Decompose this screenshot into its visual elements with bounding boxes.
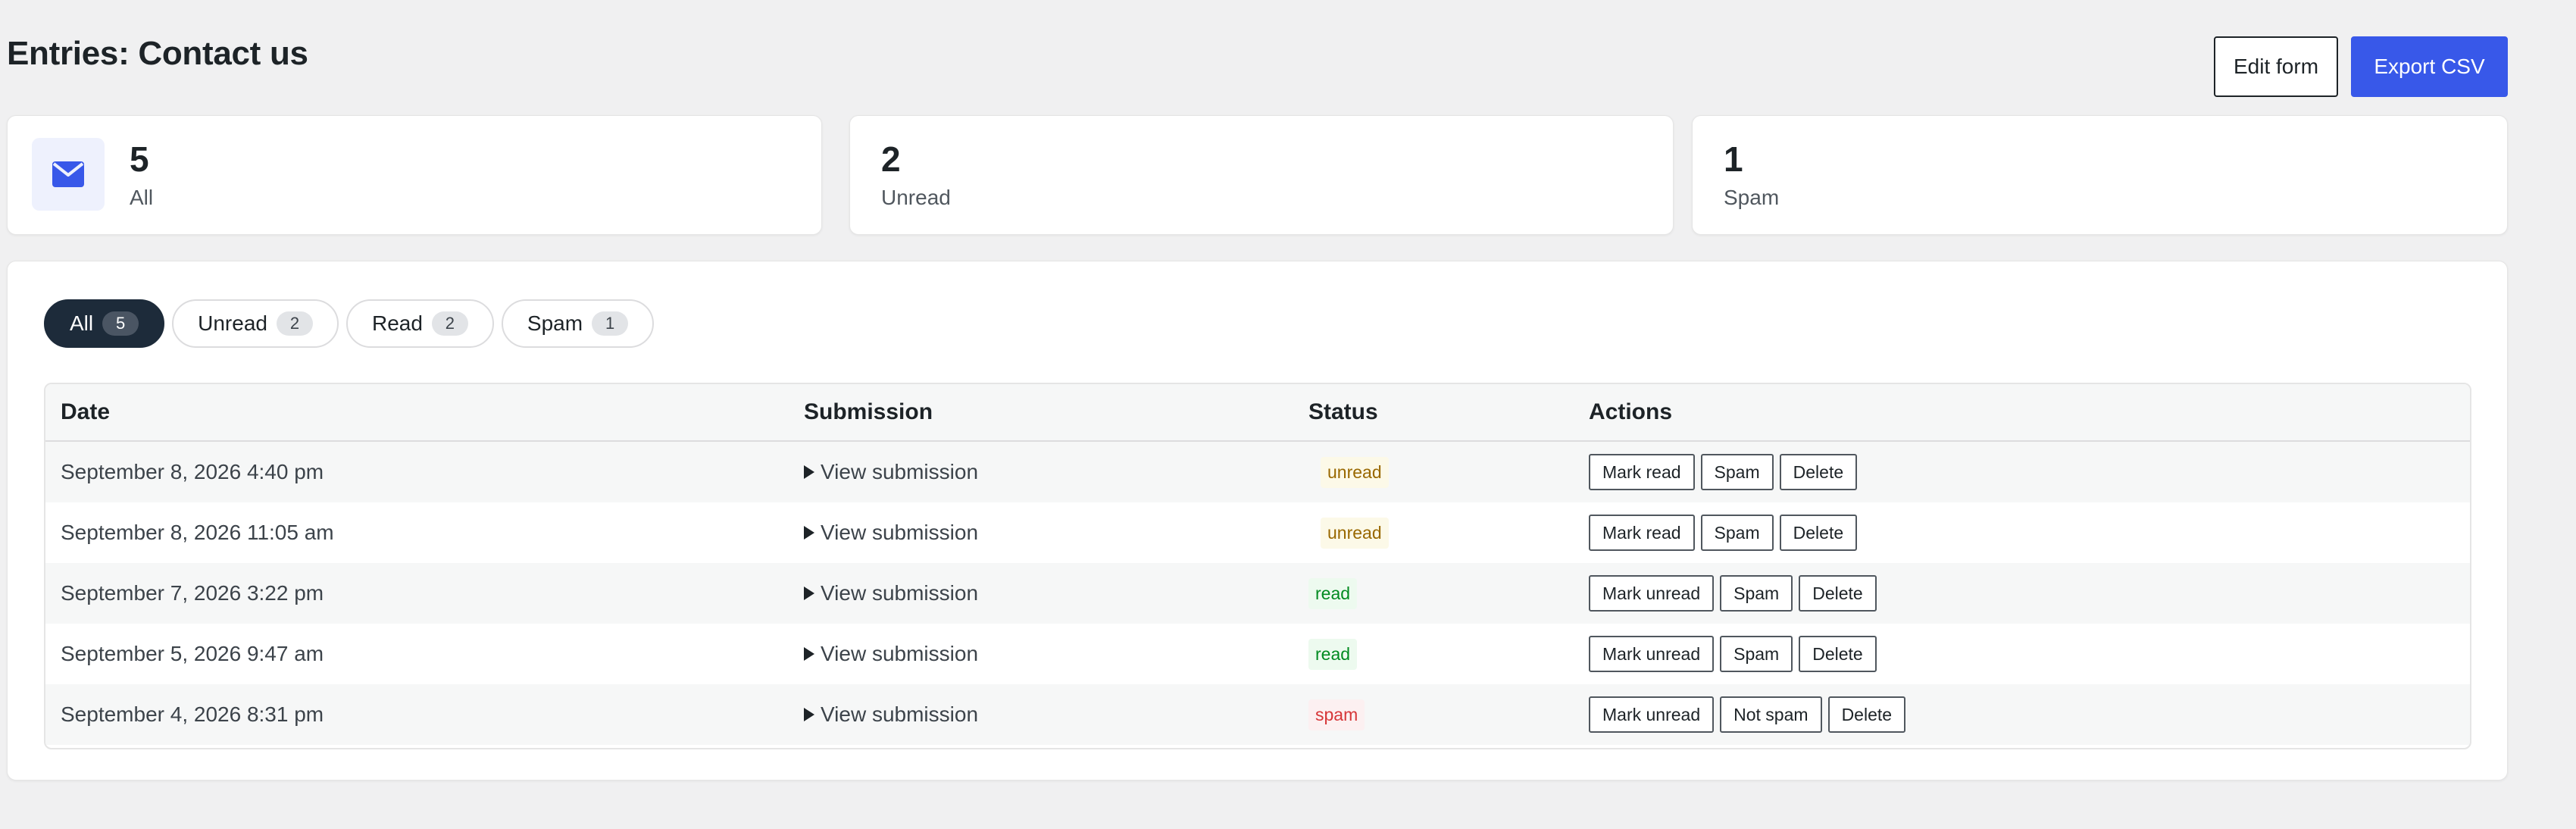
filter-count-badge: 2: [276, 311, 313, 336]
row-actions: Mark unread Spam Delete: [1589, 563, 1877, 624]
mark-read-button[interactable]: Mark read: [1589, 515, 1695, 551]
disclosure-triangle-icon: [804, 708, 814, 721]
stat-value: 5: [130, 139, 149, 179]
view-submission-toggle[interactable]: View submission: [804, 563, 978, 624]
entry-date: September 5, 2026 9:47 am: [61, 642, 324, 665]
stat-value: 1: [1724, 139, 1743, 179]
delete-button[interactable]: Delete: [1779, 454, 1858, 490]
stat-value: 2: [881, 139, 901, 179]
filter-tabs: All 5 Unread 2 Read 2 Spam 1: [44, 299, 655, 348]
stat-label: Unread: [881, 186, 951, 209]
mark-unread-button[interactable]: Mark unread: [1589, 696, 1715, 733]
filter-count-badge: 2: [431, 311, 468, 336]
status-cell: unread: [1321, 502, 1389, 563]
status-badge: unread: [1321, 517, 1389, 549]
filter-tab-label: Read: [371, 311, 423, 335]
column-header-date: Date: [61, 399, 111, 424]
status-badge: unread: [1321, 456, 1389, 488]
stat-card-unread: 2 Unread: [849, 115, 1674, 235]
stat-icon-box: [32, 138, 105, 211]
delete-button[interactable]: Delete: [1827, 696, 1906, 733]
column-header-status: Status: [1308, 399, 1378, 424]
stat-label: All: [130, 186, 154, 209]
filter-tab-label: All: [70, 311, 94, 335]
status-cell: read: [1308, 563, 1358, 624]
filter-tab-label: Unread: [198, 311, 267, 335]
row-actions: Mark read Spam Delete: [1589, 442, 1858, 502]
edit-form-button[interactable]: Edit form: [2214, 36, 2338, 97]
column-header-actions: Actions: [1589, 399, 1673, 424]
status-badge: read: [1308, 638, 1358, 670]
filter-count-badge: 1: [592, 311, 629, 336]
view-submission-label: View submission: [821, 702, 979, 726]
filter-tab-unread[interactable]: Unread 2: [172, 299, 339, 348]
entries-table: Date Submission Status Actions September…: [44, 383, 2471, 749]
status-cell: spam: [1308, 684, 1365, 745]
view-submission-label: View submission: [821, 581, 979, 605]
disclosure-triangle-icon: [804, 647, 814, 661]
entry-date: September 4, 2026 8:31 pm: [61, 702, 324, 726]
envelope-icon: [52, 161, 84, 187]
entry-date: September 7, 2026 3:22 pm: [61, 581, 324, 605]
status-cell: unread: [1321, 442, 1389, 502]
spam-button[interactable]: Spam: [1720, 636, 1793, 672]
spam-button[interactable]: Spam: [1720, 575, 1793, 612]
table-row: September 8, 2026 11:05 am View submissi…: [45, 502, 2470, 563]
stat-card-spam: 1 Spam: [1692, 115, 2508, 235]
not-spam-button[interactable]: Not spam: [1720, 696, 1822, 733]
status-cell: read: [1308, 624, 1358, 684]
view-submission-label: View submission: [821, 642, 979, 665]
table-row: September 7, 2026 3:22 pm View submissio…: [45, 563, 2470, 624]
disclosure-triangle-icon: [804, 526, 814, 540]
status-badge: spam: [1308, 699, 1365, 730]
mark-read-button[interactable]: Mark read: [1589, 454, 1695, 490]
delete-button[interactable]: Delete: [1779, 515, 1858, 551]
row-actions: Mark unread Not spam Delete: [1589, 684, 1906, 745]
delete-button[interactable]: Delete: [1799, 636, 1877, 672]
view-submission-label: View submission: [821, 460, 979, 483]
status-badge: read: [1308, 577, 1358, 609]
filter-tab-all[interactable]: All 5: [44, 299, 165, 348]
spam-button[interactable]: Spam: [1700, 515, 1774, 551]
page-title: Entries: Contact us: [7, 35, 308, 72]
table-header: Date Submission Status Actions: [45, 384, 2470, 442]
mark-unread-button[interactable]: Mark unread: [1589, 636, 1715, 672]
row-actions: Mark unread Spam Delete: [1589, 624, 1877, 684]
stat-label: Spam: [1724, 186, 1780, 209]
column-header-submission: Submission: [804, 399, 933, 424]
view-submission-toggle[interactable]: View submission: [804, 442, 978, 502]
entry-date: September 8, 2026 4:40 pm: [61, 460, 324, 483]
view-submission-toggle[interactable]: View submission: [804, 502, 978, 563]
disclosure-triangle-icon: [804, 465, 814, 479]
table-row: September 8, 2026 4:40 pm View submissio…: [45, 442, 2470, 502]
export-csv-button[interactable]: Export CSV: [2351, 36, 2508, 97]
table-row: September 4, 2026 8:31 pm View submissio…: [45, 684, 2470, 745]
view-submission-label: View submission: [821, 521, 979, 544]
view-submission-toggle[interactable]: View submission: [804, 684, 978, 745]
delete-button[interactable]: Delete: [1799, 575, 1877, 612]
entry-date: September 8, 2026 11:05 am: [61, 521, 334, 544]
page-header: Entries: Contact us Edit form Export CSV: [7, 35, 2508, 99]
view-submission-toggle[interactable]: View submission: [804, 624, 978, 684]
table-row: September 5, 2026 9:47 am View submissio…: [45, 624, 2470, 684]
disclosure-triangle-icon: [804, 587, 814, 600]
row-actions: Mark read Spam Delete: [1589, 502, 1858, 563]
filter-tab-spam[interactable]: Spam 1: [501, 299, 655, 348]
stat-card-all: 5 All: [7, 115, 822, 235]
mark-unread-button[interactable]: Mark unread: [1589, 575, 1715, 612]
filter-tab-label: Spam: [527, 311, 583, 335]
filter-count-badge: 5: [102, 311, 139, 336]
filter-tab-read[interactable]: Read 2: [345, 299, 494, 348]
spam-button[interactable]: Spam: [1700, 454, 1774, 490]
entries-panel: All 5 Unread 2 Read 2 Spam 1 Date Submis…: [7, 261, 2508, 781]
